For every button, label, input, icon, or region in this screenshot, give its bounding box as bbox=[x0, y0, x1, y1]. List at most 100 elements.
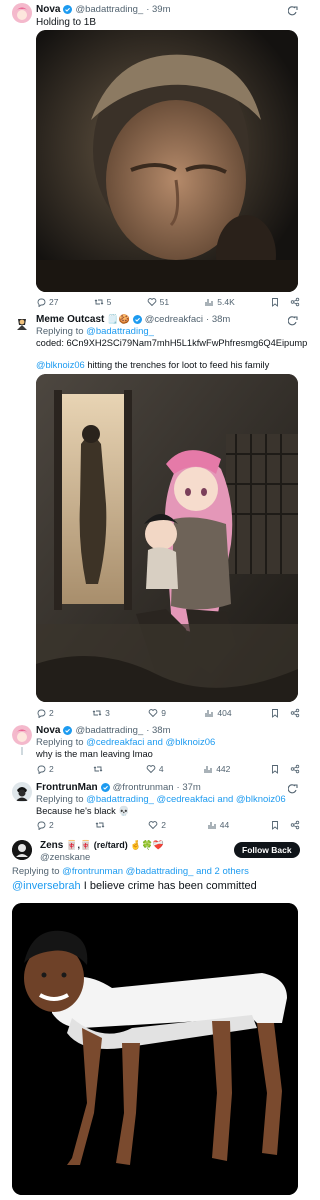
mention-link[interactable]: @inversebrah bbox=[12, 880, 81, 892]
like-count: 2 bbox=[161, 820, 166, 830]
timestamp[interactable]: · 38m bbox=[206, 314, 230, 325]
retweet-button[interactable] bbox=[93, 764, 106, 774]
retweet-button[interactable] bbox=[95, 820, 108, 830]
bookmark-icon[interactable] bbox=[270, 764, 280, 774]
display-name[interactable]: Nova bbox=[36, 725, 60, 736]
views-count: 5.4K bbox=[217, 297, 235, 307]
reply-icon bbox=[37, 709, 46, 718]
reply-button[interactable]: 27 bbox=[36, 297, 58, 307]
reply-mention-link[interactable]: @frontrunman @badattrading_ and 2 others bbox=[62, 866, 249, 877]
tweet-actions: 2 3 9 404 bbox=[36, 706, 300, 720]
reply-button[interactable]: 2 bbox=[36, 708, 54, 718]
display-name[interactable]: Zens bbox=[40, 840, 63, 851]
tweet-text-line2: @blknoiz06 hitting the trenches for loot… bbox=[36, 360, 270, 370]
display-name[interactable]: Meme Outcast bbox=[36, 314, 104, 325]
retweet-button[interactable]: 5 bbox=[94, 297, 112, 307]
reply-icon bbox=[37, 765, 46, 774]
verified-badge-icon bbox=[63, 726, 73, 735]
replying-to: Replying to @badattrading_ @cedreakfaci … bbox=[36, 794, 286, 805]
grok-icon[interactable] bbox=[288, 784, 298, 794]
tweet-text: @inversebrah I believe crime has been co… bbox=[12, 880, 257, 892]
views-icon bbox=[205, 299, 213, 306]
views-button[interactable]: 44 bbox=[207, 820, 229, 830]
reply-count: 2 bbox=[49, 708, 54, 718]
retweet-button[interactable]: 3 bbox=[92, 708, 110, 718]
tweet-actions: 27 5 51 5.4K bbox=[36, 295, 300, 309]
avatar[interactable] bbox=[12, 782, 32, 802]
bookmark-icon[interactable] bbox=[270, 297, 280, 307]
like-icon bbox=[146, 765, 156, 774]
tweet-text: Because he's black 💀 bbox=[36, 806, 130, 816]
reply-mention-link[interactable]: @cedreakfaci and @blknoiz06 bbox=[86, 737, 215, 748]
like-button[interactable]: 51 bbox=[147, 297, 169, 307]
follow-back-button[interactable]: Follow Back bbox=[234, 842, 300, 858]
timestamp[interactable]: · 38m bbox=[146, 725, 170, 736]
display-name[interactable]: FrontrunMan bbox=[36, 782, 98, 793]
tweet-header: Meme Outcast 🗒️🍪 @cedreakfaci · 38m bbox=[36, 314, 230, 325]
handle[interactable]: @badattrading_ bbox=[75, 725, 143, 736]
views-button[interactable]: 442 bbox=[203, 764, 230, 774]
avatar[interactable] bbox=[12, 725, 32, 745]
replying-to: Replying to @cedreakfaci and @blknoiz06 bbox=[36, 737, 216, 748]
reply-mention-link[interactable]: @badattrading_ @cedreakfaci and @blknoiz… bbox=[86, 794, 286, 805]
bookmark-icon[interactable] bbox=[270, 820, 280, 830]
views-button[interactable]: 404 bbox=[204, 708, 232, 718]
reply-button[interactable]: 2 bbox=[36, 820, 54, 830]
mention-link[interactable]: @blknoiz06 bbox=[36, 360, 85, 370]
grok-icon[interactable] bbox=[288, 6, 298, 16]
tweet-actions: 2 2 44 bbox=[36, 818, 300, 832]
handle[interactable]: @cedreakfaci bbox=[145, 314, 203, 325]
avatar[interactable] bbox=[12, 3, 32, 23]
like-button[interactable]: 4 bbox=[146, 764, 164, 774]
retweet-icon bbox=[95, 822, 104, 828]
tweet-text: Holding to 1B bbox=[36, 17, 97, 28]
handle[interactable]: @badattrading_ bbox=[75, 4, 143, 15]
views-icon bbox=[208, 822, 216, 829]
retweet-icon bbox=[92, 710, 102, 716]
views-icon bbox=[204, 766, 212, 773]
share-icon[interactable] bbox=[290, 764, 300, 774]
retweet-count: 5 bbox=[106, 297, 112, 307]
avatar[interactable] bbox=[12, 313, 32, 333]
share-icon[interactable] bbox=[290, 708, 300, 718]
timestamp[interactable]: · 37m bbox=[177, 782, 201, 793]
tweet-header: Nova @badattrading_ · 38m bbox=[36, 725, 171, 736]
like-button[interactable]: 2 bbox=[148, 820, 166, 830]
tweet-image[interactable] bbox=[12, 903, 298, 1195]
retweet-icon bbox=[93, 766, 103, 772]
handle[interactable]: @frontrunman bbox=[113, 782, 174, 793]
timestamp[interactable]: · 39m bbox=[146, 4, 170, 15]
tweet-image[interactable] bbox=[36, 30, 298, 292]
bookmark-icon[interactable] bbox=[270, 708, 280, 718]
display-name[interactable]: Nova bbox=[36, 4, 60, 15]
reply-button[interactable]: 2 bbox=[36, 764, 54, 774]
verified-badge-icon bbox=[132, 315, 142, 324]
share-icon[interactable] bbox=[290, 820, 300, 830]
tweet-actions: 2 4 442 bbox=[36, 762, 300, 776]
tweet-image[interactable] bbox=[36, 374, 298, 702]
name-emoji: 🗒️🍪 bbox=[107, 314, 130, 324]
reply-mention-link[interactable]: @badattrading_ bbox=[86, 326, 154, 337]
share-icon[interactable] bbox=[290, 297, 300, 307]
like-icon bbox=[148, 709, 158, 718]
retweet-icon bbox=[94, 299, 103, 305]
like-icon bbox=[147, 298, 156, 307]
reply-icon bbox=[37, 821, 46, 830]
tweet-text: coded: 6Cn9XH2SCi79Nam7mhH5L1kfwFwPhfres… bbox=[36, 338, 308, 348]
verified-badge-icon bbox=[63, 5, 73, 14]
tweet-text: why is the man leaving lmao bbox=[36, 749, 153, 759]
name-emoji: 🀄,🀄 (re/tard) 🤞🍀❤️‍🩹 bbox=[66, 840, 164, 850]
views-count: 404 bbox=[217, 708, 232, 718]
views-button[interactable]: 5.4K bbox=[204, 297, 235, 307]
verified-badge-icon bbox=[100, 783, 110, 792]
avatar[interactable] bbox=[12, 840, 32, 860]
reply-icon bbox=[37, 298, 46, 307]
handle[interactable]: @zenskane bbox=[40, 852, 90, 863]
like-button[interactable]: 9 bbox=[148, 708, 166, 718]
grok-icon[interactable] bbox=[288, 316, 298, 326]
tweet-header: FrontrunMan @frontrunman · 37m bbox=[36, 782, 201, 793]
reply-count: 27 bbox=[49, 297, 59, 307]
retweet-count: 3 bbox=[105, 708, 110, 718]
replying-to: Replying to @badattrading_ bbox=[36, 326, 154, 337]
tweet-header: Nova @badattrading_ · 39m bbox=[36, 4, 171, 15]
